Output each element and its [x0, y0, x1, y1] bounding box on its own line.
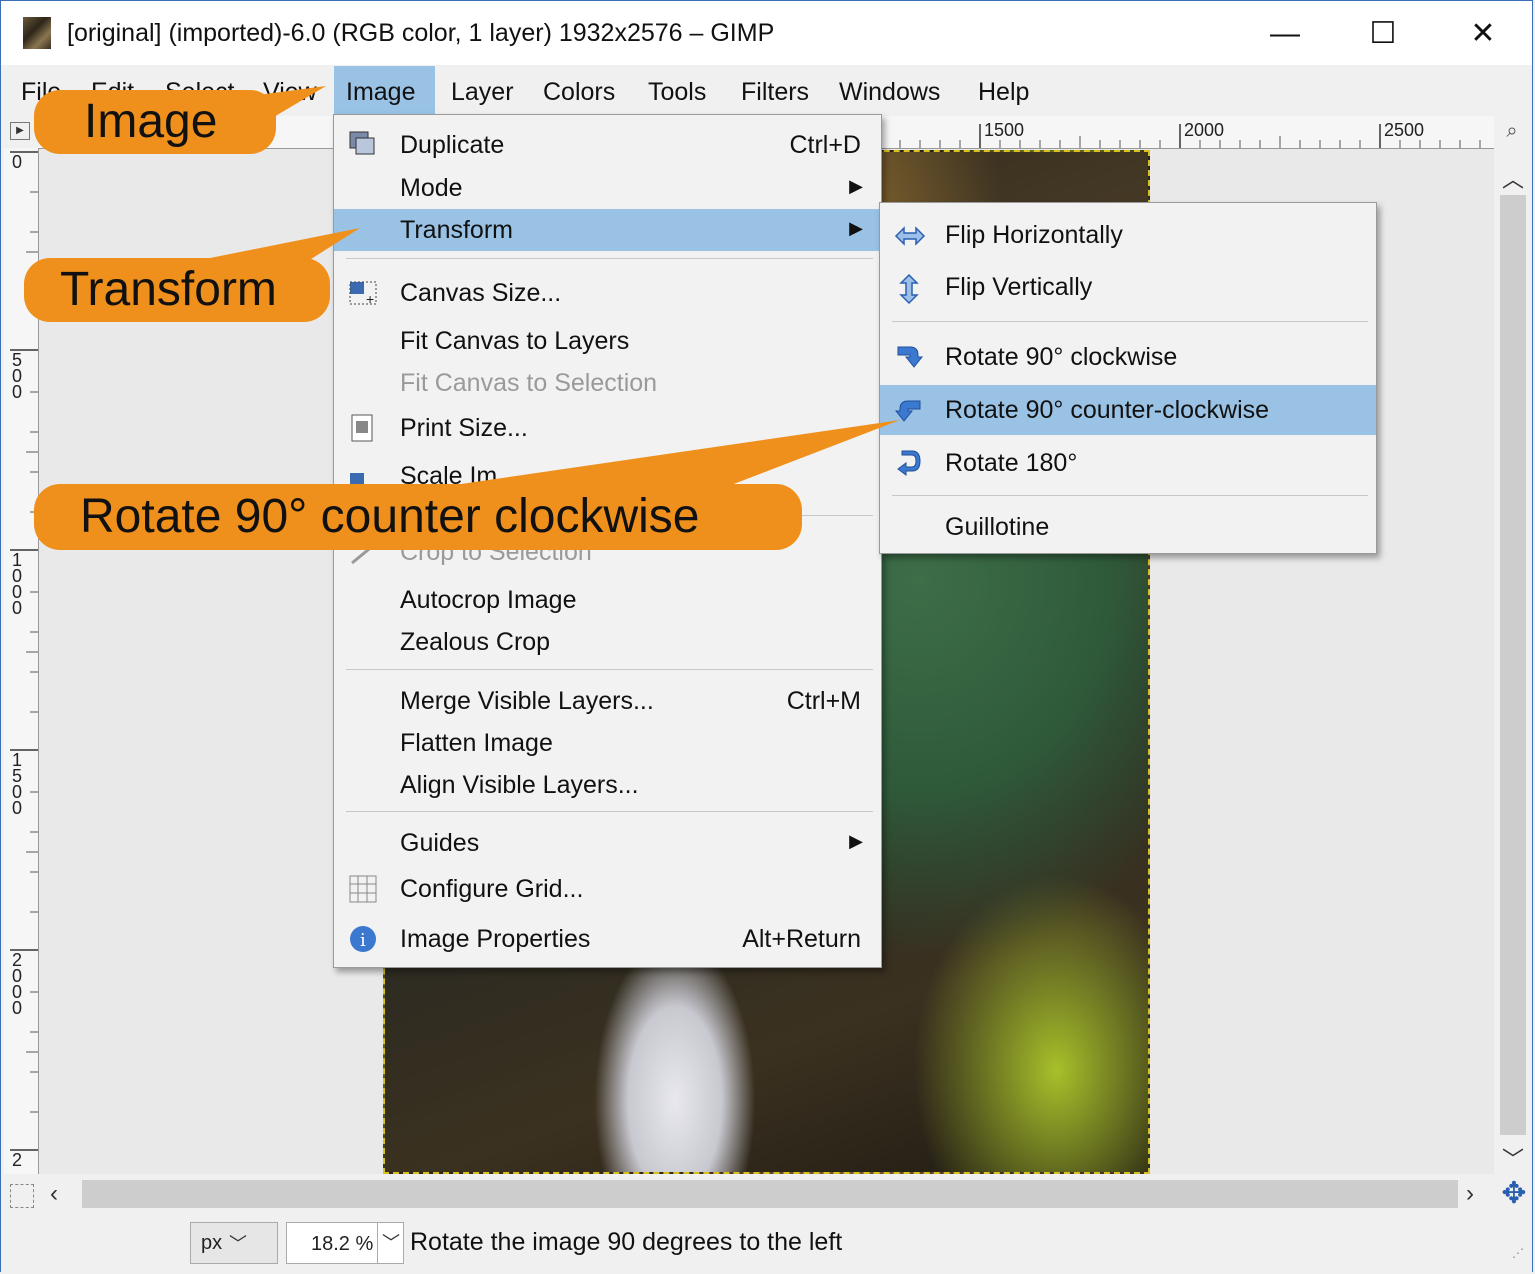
callout-pointers: [170, 86, 900, 520]
callout-image: Image: [34, 90, 276, 154]
callout-transform: Transform: [24, 258, 330, 322]
callout-rotate: Rotate 90° counter clockwise: [34, 484, 802, 550]
